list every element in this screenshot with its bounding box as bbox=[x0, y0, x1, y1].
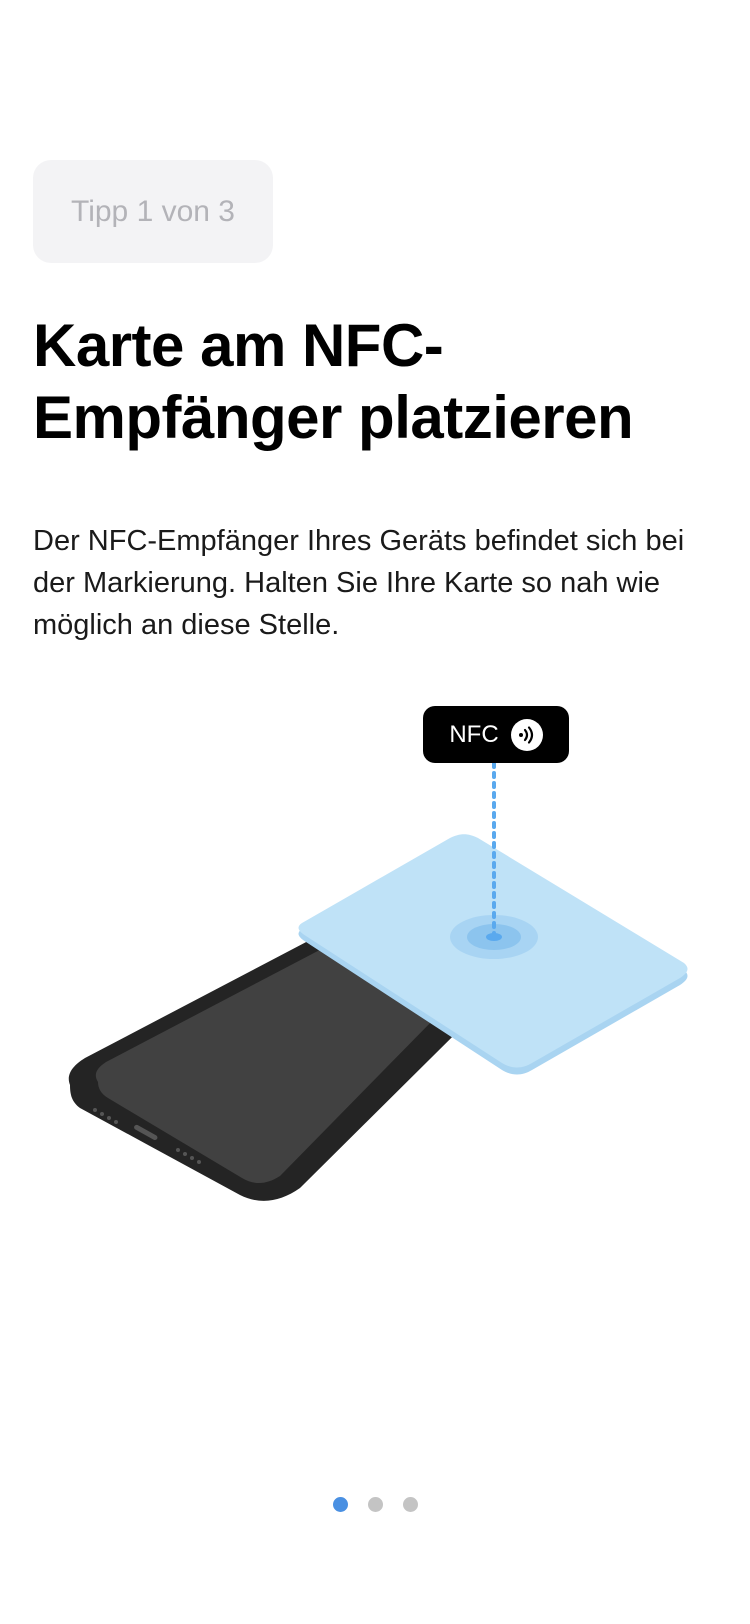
nfc-tip-screen: Tipp 1 von 3 Karte am NFC-Empfänger plat… bbox=[0, 0, 750, 1624]
nfc-illustration bbox=[68, 761, 688, 1201]
page-indicator[interactable] bbox=[0, 1497, 750, 1521]
tip-description: Der NFC-Empfänger Ihres Geräts befindet … bbox=[33, 525, 685, 641]
page-dot-3[interactable] bbox=[402, 1497, 418, 1512]
page-dot-1[interactable] bbox=[332, 1497, 348, 1512]
tip-counter-badge: Tipp 1 von 3 bbox=[33, 160, 273, 263]
page-title: Karte am NFC-Empfänger platzieren bbox=[33, 312, 634, 451]
nfc-label: NFC bbox=[423, 706, 569, 763]
contactless-icon bbox=[510, 718, 543, 751]
nfc-label-text: NFC bbox=[449, 720, 499, 748]
page-dot-2[interactable] bbox=[367, 1497, 383, 1512]
